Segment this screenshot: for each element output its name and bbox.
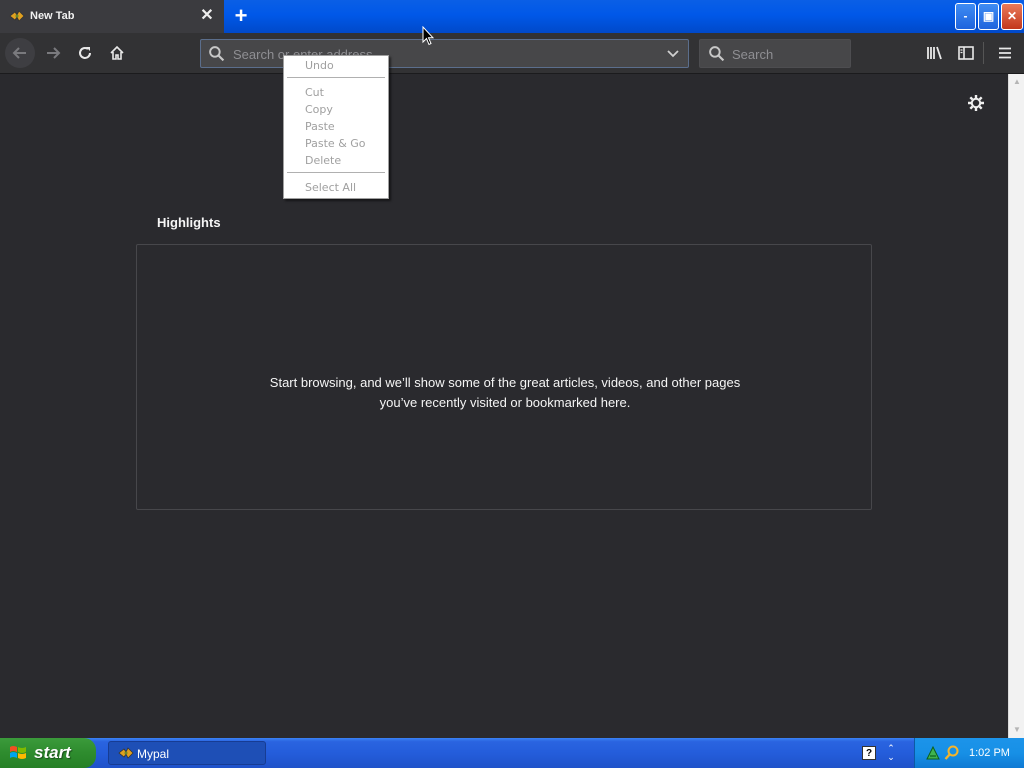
taskbar-item-mypal[interactable]: Mypal <box>108 741 266 765</box>
highlights-section: Start browsing, and we’ll show some of t… <box>136 244 872 510</box>
reload-button[interactable] <box>70 38 100 68</box>
vertical-scrollbar[interactable]: ▲ ▼ <box>1008 74 1024 738</box>
context-menu: Undo Cut Copy Paste Paste & Go Delete Se… <box>283 55 389 199</box>
tray-expand-icon[interactable]: ⌃ ⌄ <box>884 744 898 762</box>
help-icon[interactable]: ? <box>862 746 876 760</box>
clock: 1:02 PM <box>969 747 1010 759</box>
system-tray: 1:02 PM <box>914 738 1024 768</box>
close-window-button[interactable]: ✕ <box>1001 3 1023 30</box>
menu-item-select-all[interactable]: Select All <box>305 180 356 195</box>
menu-item-copy[interactable]: Copy <box>305 102 333 117</box>
tab-new-tab[interactable]: New Tab ✕ <box>0 0 224 33</box>
mypal-favicon-icon <box>118 747 134 759</box>
home-button[interactable] <box>102 38 132 68</box>
menu-item-undo[interactable]: Undo <box>305 58 334 73</box>
home-icon <box>110 45 124 60</box>
search-placeholder: Search <box>732 47 774 62</box>
taskbar: start Mypal ? ⌃ ⌄ 1:02 PM <box>0 738 1024 768</box>
start-label: start <box>34 743 71 762</box>
new-tab-page: Highlights Start browsing, and we’ll sho… <box>0 74 1008 738</box>
hamburger-menu-icon <box>999 47 1011 59</box>
title-bar: New Tab ✕ + - ▣ ✕ <box>0 0 1024 33</box>
menu-button[interactable] <box>990 38 1020 68</box>
start-button[interactable]: start <box>0 738 96 768</box>
new-tab-button[interactable]: + <box>230 5 252 28</box>
gear-icon[interactable] <box>966 93 986 113</box>
maximize-button[interactable]: ▣ <box>978 3 999 30</box>
minimize-button[interactable]: - <box>955 3 976 30</box>
tab-close-icon[interactable]: ✕ <box>199 8 215 24</box>
forward-arrow-icon <box>47 47 61 59</box>
menu-separator <box>287 77 385 78</box>
menu-item-paste-and-go[interactable]: Paste & Go <box>305 136 366 151</box>
search-icon <box>709 46 725 62</box>
search-bar[interactable]: Search <box>699 39 851 68</box>
mypal-favicon-icon <box>9 10 25 22</box>
search-tray-icon[interactable] <box>944 745 960 761</box>
highlights-empty-message: Start browsing, and we’ll show some of t… <box>269 375 741 410</box>
back-arrow-icon <box>12 47 26 59</box>
highlights-heading: Highlights <box>157 215 221 230</box>
nav-toolbar: Search or enter address Search <box>0 33 1024 74</box>
menu-item-delete[interactable]: Delete <box>305 153 341 168</box>
library-button[interactable] <box>920 38 950 68</box>
search-icon <box>209 46 225 62</box>
toolbar-separator <box>983 42 984 64</box>
url-bar[interactable]: Search or enter address <box>200 39 689 68</box>
menu-item-paste[interactable]: Paste <box>305 119 335 134</box>
chevron-down-icon[interactable] <box>666 47 680 61</box>
sidebar-button[interactable] <box>951 38 981 68</box>
tab-title: New Tab <box>30 10 75 22</box>
menu-separator <box>287 172 385 173</box>
windows-logo-icon <box>10 746 26 759</box>
screen: New Tab ✕ + - ▣ ✕ Search Search Highligh… <box>0 0 1024 768</box>
back-button[interactable] <box>5 38 35 68</box>
scroll-up-icon[interactable]: ▲ <box>1012 77 1022 87</box>
library-icon <box>927 46 942 60</box>
menu-item-cut[interactable]: Cut <box>305 85 324 100</box>
scroll-down-icon[interactable]: ▼ <box>1012 725 1022 735</box>
taskbar-item-label: Mypal <box>137 747 170 761</box>
reload-icon <box>79 47 91 59</box>
sidebar-icon <box>958 46 974 60</box>
forward-button[interactable] <box>38 38 68 68</box>
network-icon[interactable] <box>925 745 941 761</box>
mouse-cursor-icon <box>422 26 434 46</box>
